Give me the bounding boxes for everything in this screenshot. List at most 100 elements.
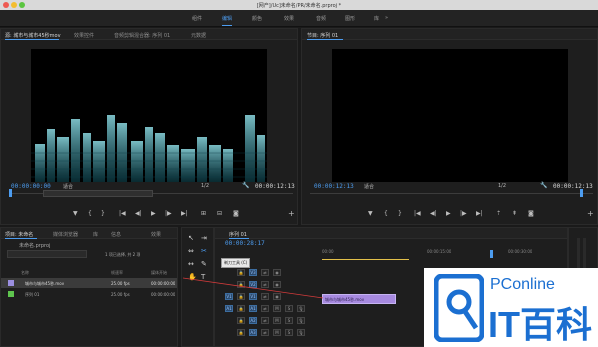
source-zoom-bar[interactable]	[43, 190, 153, 197]
table-row[interactable]: 城市与城市45秒.mov 25.00 fps 00:00:00:00	[1, 278, 177, 288]
workspace-tab-editing[interactable]: 编辑	[222, 15, 232, 22]
source-current-timecode[interactable]: 00:00:00:00	[11, 183, 51, 190]
program-current-timecode[interactable]: 00:00:12:13	[314, 183, 354, 190]
project-search-input[interactable]	[7, 250, 87, 258]
program-resolution-dropdown[interactable]: 1/2	[498, 183, 506, 189]
sync-lock-icon[interactable]: ⇄	[261, 329, 269, 336]
workspace-tab-effects[interactable]: 效果	[284, 15, 294, 22]
track-label[interactable]: A3	[249, 329, 257, 336]
lock-track-icon[interactable]: 🔒	[237, 305, 245, 312]
source-resolution-dropdown[interactable]: 1/2	[201, 183, 209, 189]
export-frame-icon[interactable]: ◙	[233, 210, 239, 217]
col-header-name[interactable]: 名称	[21, 270, 29, 276]
overwrite-icon[interactable]: ⊟	[217, 210, 222, 217]
tab-effects[interactable]: 效果	[151, 231, 161, 238]
tab-media-browser[interactable]: 媒体浏览器	[53, 231, 78, 238]
workspace-tab-graphics[interactable]: 图形	[345, 15, 355, 22]
source-playhead[interactable]	[9, 189, 12, 197]
step-back-icon[interactable]: ◀|	[135, 210, 142, 217]
lock-track-icon[interactable]: 🔒	[237, 329, 245, 336]
microphone-icon[interactable]: 🎙	[297, 305, 305, 312]
city-hologram-image	[31, 115, 267, 182]
sync-lock-icon[interactable]: ⇄	[261, 317, 269, 324]
program-play-icon[interactable]: ▶	[446, 210, 451, 217]
program-step-forward-icon[interactable]: |▶	[460, 210, 467, 217]
razor-tool-icon[interactable]: ✂	[201, 247, 207, 255]
table-row[interactable]: 序列 01 25.00 fps 00:00:00:00	[1, 289, 177, 299]
ripple-edit-tool-icon[interactable]: ⇔	[188, 247, 194, 255]
tab-libraries[interactable]: 库	[93, 231, 98, 238]
work-area-bar[interactable]	[322, 259, 409, 260]
tab-project[interactable]: 项目: 未命名	[5, 231, 33, 238]
mark-in-icon[interactable]: {	[88, 210, 92, 217]
workspace-tab-color[interactable]: 颜色	[252, 15, 262, 22]
tab-sequence[interactable]: 序列 01	[229, 231, 247, 238]
lift-icon[interactable]: ⇡	[496, 210, 501, 217]
workspace-tab-audio[interactable]: 音频	[316, 15, 326, 22]
track-select-tool-icon[interactable]: ⇥	[201, 234, 207, 242]
timeline-timecode[interactable]: 00:00:28:17	[225, 240, 265, 247]
program-mark-out-icon[interactable]: }	[398, 210, 402, 217]
track-header-a3: 🔒 A3 ⇄ M S 🎙	[219, 328, 319, 338]
solo-button[interactable]: S	[285, 305, 293, 312]
program-monitor-tabs: 节目: 序列 01	[302, 29, 597, 40]
tab-source[interactable]: 源: 城市与城市45秒mov	[5, 32, 61, 39]
program-step-back-icon[interactable]: ◀|	[430, 210, 437, 217]
pen-tool-icon[interactable]: ✎	[201, 260, 207, 268]
tab-info[interactable]: 信息	[111, 231, 121, 238]
wrench-icon[interactable]: 🔧	[242, 182, 249, 189]
insert-icon[interactable]: ⊞	[201, 210, 206, 217]
pconline-logo-icon	[434, 274, 484, 342]
program-go-to-out-icon[interactable]: ▶|	[476, 210, 483, 217]
go-to-in-icon[interactable]: |◀	[119, 210, 126, 217]
col-header-fps[interactable]: 帧速率	[111, 270, 123, 276]
program-fit-dropdown[interactable]: 适合	[364, 183, 374, 190]
source-video-frame[interactable]	[31, 49, 267, 182]
tab-metadata[interactable]: 元数据	[191, 32, 206, 39]
tab-effect-controls[interactable]: 效果控件	[74, 32, 94, 39]
source-duration-timecode: 00:00:12:13	[255, 183, 295, 190]
source-fit-dropdown[interactable]: 适合	[63, 183, 73, 190]
track-label[interactable]: A1	[249, 305, 257, 312]
solo-button[interactable]: S	[285, 329, 293, 336]
play-icon[interactable]: ▶	[151, 210, 156, 217]
program-video-frame[interactable]	[332, 49, 568, 182]
program-playhead[interactable]	[580, 189, 583, 197]
go-to-out-icon[interactable]: ▶|	[181, 210, 188, 217]
track-label[interactable]: A2	[249, 317, 257, 324]
mark-out-icon[interactable]: }	[101, 210, 105, 217]
microphone-icon[interactable]: 🎙	[297, 317, 305, 324]
program-go-to-in-icon[interactable]: |◀	[414, 210, 421, 217]
mute-button[interactable]: M	[273, 329, 281, 336]
timeline-ruler[interactable]: 00:00 00:00:15:00 00:00:30:00	[322, 249, 567, 257]
solo-button[interactable]: S	[285, 317, 293, 324]
add-marker-icon[interactable]: ▼	[73, 210, 78, 217]
tab-program[interactable]: 节目: 序列 01	[307, 32, 338, 39]
extract-icon[interactable]: ⇞	[512, 210, 517, 217]
timeline-playhead[interactable]	[490, 250, 493, 258]
sequence-color-swatch	[8, 291, 14, 297]
sync-lock-icon[interactable]: ⇄	[261, 305, 269, 312]
program-wrench-icon[interactable]: 🔧	[540, 182, 547, 189]
program-button-editor-icon[interactable]: +	[587, 209, 594, 218]
source-button-editor-icon[interactable]: +	[288, 209, 295, 218]
lock-track-icon[interactable]: 🔒	[237, 317, 245, 324]
col-header-start[interactable]: 媒体开始	[151, 270, 167, 276]
workspace-overflow-icon[interactable]: »	[385, 15, 388, 21]
workspace-tab-libraries[interactable]: 库	[374, 15, 379, 22]
project-tab-underline	[5, 238, 37, 239]
mute-button[interactable]: M	[273, 317, 281, 324]
program-mark-in-icon[interactable]: {	[384, 210, 388, 217]
program-add-marker-icon[interactable]: ▼	[368, 210, 373, 217]
program-export-frame-icon[interactable]: ◙	[528, 210, 534, 217]
program-scrub-bar[interactable]	[310, 193, 593, 194]
ruler-label-15: 00:00:15:00	[427, 249, 452, 254]
slip-tool-icon[interactable]: ↔	[188, 260, 194, 268]
tab-audio-clip-mixer[interactable]: 音频剪辑混合器: 序列 01	[114, 32, 170, 39]
mute-button[interactable]: M	[273, 305, 281, 312]
step-forward-icon[interactable]: |▶	[165, 210, 172, 217]
selection-tool-icon[interactable]: ↖	[188, 234, 194, 242]
microphone-icon[interactable]: 🎙	[297, 329, 305, 336]
workspace-tab-assembly[interactable]: 组件	[192, 15, 202, 22]
source-patch-a1[interactable]: A1	[225, 305, 233, 312]
